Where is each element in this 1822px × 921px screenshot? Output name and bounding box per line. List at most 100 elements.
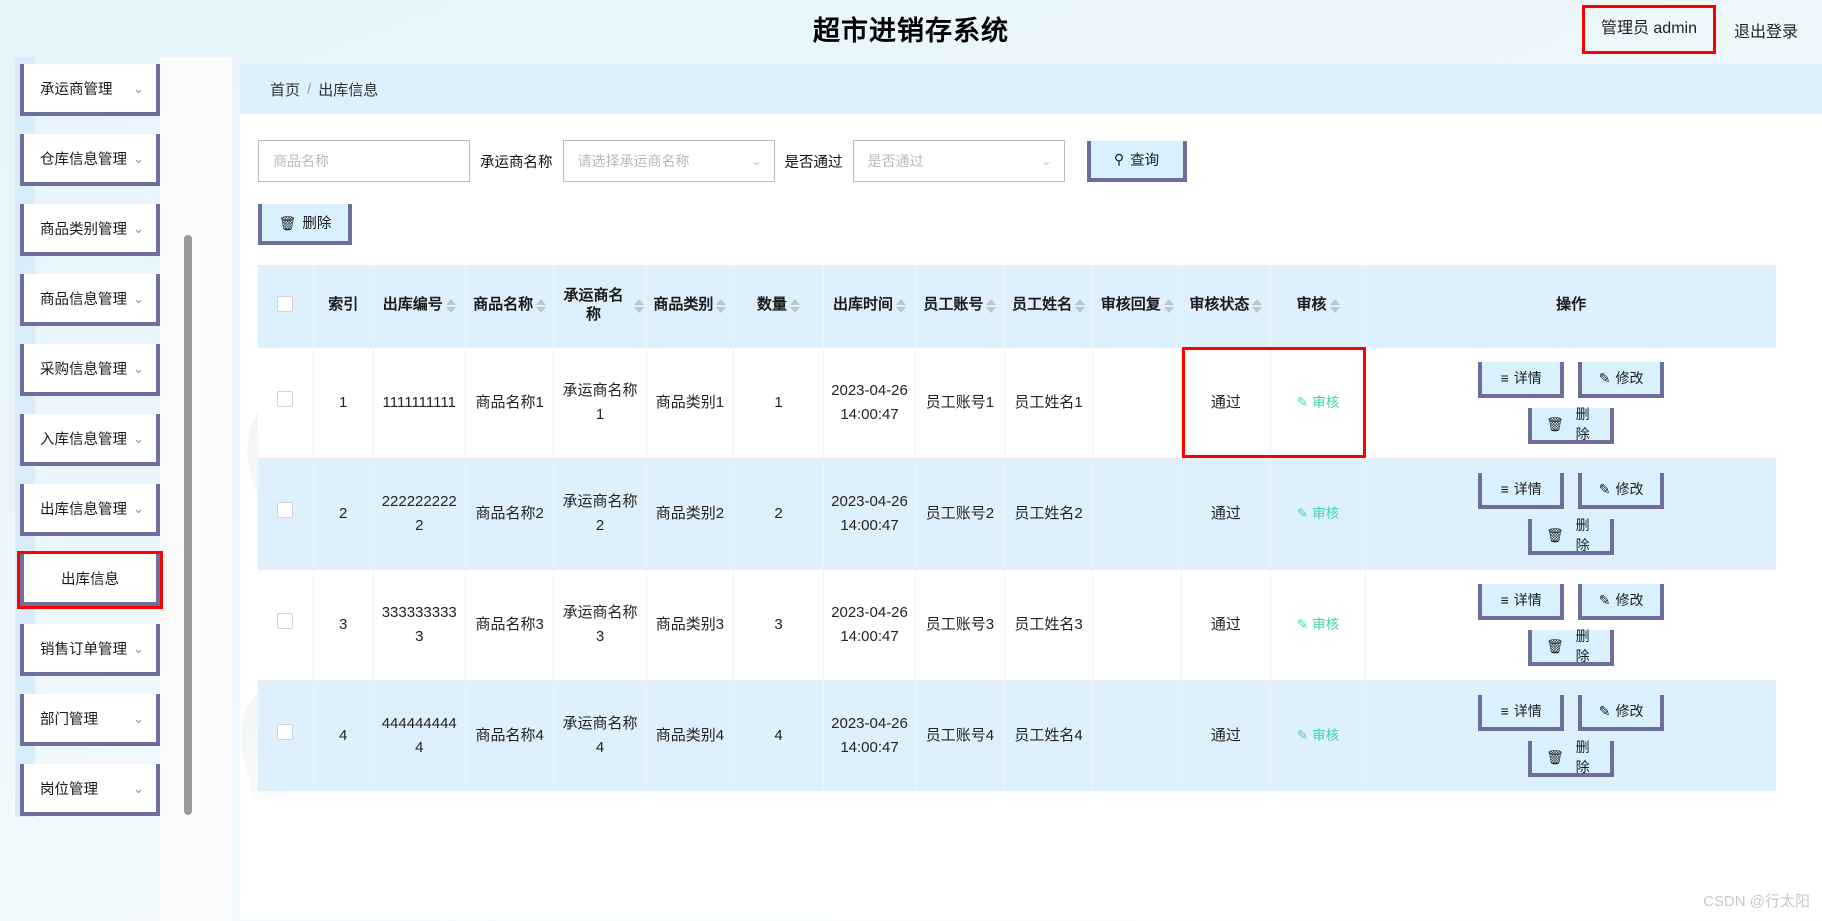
sort-arrows-icon[interactable] xyxy=(536,298,547,313)
carrier-name-select[interactable]: 请选择承运商名称 ⌄ xyxy=(562,140,775,182)
cell-qty: 2 xyxy=(733,457,824,569)
sidebar-item-5[interactable]: 入库信息管理 ⌄ xyxy=(20,414,160,466)
pencil-icon: ✎ xyxy=(1598,480,1611,497)
column-header-goods_name[interactable]: 商品名称 xyxy=(465,265,555,347)
audit-link[interactable]: ✎ 审核 xyxy=(1297,615,1339,636)
user-zone: 管理员 admin 退出登录 xyxy=(1581,5,1812,54)
edit-button[interactable]: ✎ 修改 xyxy=(1578,694,1665,731)
breadcrumb-home[interactable]: 首页 xyxy=(270,79,300,100)
main-content: 首页 / 出库信息 承运商名称 请选择承运商名称 ⌄ 是否通过 是否通过 ⌄ ⚲ xyxy=(232,57,1822,921)
sidebar-item-6[interactable]: 出库信息管理 ⌄ xyxy=(20,484,160,536)
audit-link[interactable]: ✎ 审核 xyxy=(1297,726,1339,747)
sidebar-item-3[interactable]: 商品信息管理 ⌄ xyxy=(20,274,160,326)
column-header-out_no[interactable]: 出库编号 xyxy=(373,265,466,347)
row-delete-button[interactable]: 🗑 删除 xyxy=(1528,739,1615,777)
column-header-emp_name[interactable]: 员工姓名 xyxy=(1004,265,1094,347)
cell-checkbox xyxy=(258,679,314,791)
audit-link[interactable]: ✎ 审核 xyxy=(1297,504,1339,525)
cell-emp_name: 员工姓名3 xyxy=(1004,568,1094,680)
sidebar-scrollbar[interactable] xyxy=(184,235,192,815)
detail-button[interactable]: ≡ 详情 xyxy=(1478,361,1565,398)
row-checkbox[interactable] xyxy=(277,390,294,407)
detail-button[interactable]: ≡ 详情 xyxy=(1478,583,1565,620)
pass-status-select[interactable]: 是否通过 ⌄ xyxy=(852,140,1065,182)
chevron-down-icon: ⌄ xyxy=(133,500,144,516)
sort-arrows-icon[interactable] xyxy=(790,298,801,313)
audit-link[interactable]: ✎ 审核 xyxy=(1297,393,1339,414)
detail-button-label: 详情 xyxy=(1513,591,1542,608)
sort-arrows-icon[interactable] xyxy=(1163,298,1174,313)
search-button[interactable]: ⚲ 查询 xyxy=(1086,140,1187,182)
sort-arrows-icon[interactable] xyxy=(1252,298,1263,313)
column-header-out_time[interactable]: 出库时间 xyxy=(823,265,917,347)
sort-arrows-icon[interactable] xyxy=(1329,298,1340,313)
cell-audit: ✎ 审核 xyxy=(1270,457,1367,569)
outbound-table: 索引 出库编号 商品名称 承运商名称 商品类别 数量 出库时间 员工账号 员工姓名 审核回复 审核状… xyxy=(258,265,1776,791)
sidebar-item-0[interactable]: 承运商管理 ⌄ xyxy=(20,64,160,116)
select-all-checkbox[interactable] xyxy=(277,295,294,312)
sort-arrows-icon[interactable] xyxy=(445,298,456,313)
sidebar-item-2[interactable]: 商品类别管理 ⌄ xyxy=(20,204,160,256)
sidebar-item-1[interactable]: 仓库信息管理 ⌄ xyxy=(20,134,160,186)
row-delete-button[interactable]: 🗑 删除 xyxy=(1528,406,1615,444)
column-header-emp_acct[interactable]: 员工账号 xyxy=(915,265,1005,347)
sort-arrows-icon[interactable] xyxy=(986,298,997,313)
cell-audit_status: 通过 xyxy=(1181,568,1271,680)
sort-arrows-icon[interactable] xyxy=(716,298,727,313)
row-checkbox[interactable] xyxy=(277,723,294,740)
row-delete-button-label: 删除 xyxy=(1575,738,1590,775)
column-header-label: 数量 xyxy=(757,296,788,314)
cell-qty: 4 xyxy=(733,679,824,791)
sidebar-item-label: 销售订单管理 xyxy=(40,641,127,658)
detail-button[interactable]: ≡ 详情 xyxy=(1478,694,1565,731)
row-action-group: ≡ 详情 ✎ 修改 🗑 删除 xyxy=(1370,691,1772,781)
sidebar-item-10[interactable]: 岗位管理 ⌄ xyxy=(20,764,160,816)
row-delete-button[interactable]: 🗑 删除 xyxy=(1528,517,1615,555)
chevron-down-icon: ⌄ xyxy=(133,80,144,96)
cell-audit_reply xyxy=(1092,568,1183,680)
logout-button[interactable]: 退出登录 xyxy=(1716,18,1812,42)
bulk-delete-button[interactable]: 🗑 删除 xyxy=(258,204,352,245)
edit-button-label: 修改 xyxy=(1615,480,1644,497)
goods-name-input[interactable] xyxy=(258,140,470,182)
column-header-carrier_name[interactable]: 承运商名称 xyxy=(553,265,647,347)
sidebar-item-4[interactable]: 采购信息管理 ⌄ xyxy=(20,344,160,396)
edit-button[interactable]: ✎ 修改 xyxy=(1578,361,1665,398)
column-header-qty[interactable]: 数量 xyxy=(733,265,824,347)
edit-button[interactable]: ✎ 修改 xyxy=(1578,472,1665,509)
column-header-audit_status[interactable]: 审核状态 xyxy=(1181,265,1271,347)
cell-index: 2 xyxy=(313,457,374,569)
edit-button[interactable]: ✎ 修改 xyxy=(1578,583,1665,620)
edit-button-label: 修改 xyxy=(1615,702,1644,719)
cell-category: 商品类别3 xyxy=(646,568,735,680)
column-header-audit_reply[interactable]: 审核回复 xyxy=(1092,265,1183,347)
sort-arrows-icon[interactable] xyxy=(1075,298,1086,313)
cell-qty: 3 xyxy=(733,568,824,680)
current-user-label: 管理员 admin xyxy=(1581,5,1716,54)
sidebar: 承运商管理 ⌄ 仓库信息管理 ⌄ 商品类别管理 ⌄ 商品信息管理 ⌄ 采购信息管理 ⌄ 入库信息管理… xyxy=(0,57,232,921)
sidebar-item-9[interactable]: 部门管理 ⌄ xyxy=(20,694,160,746)
chevron-down-icon: ⌄ xyxy=(133,640,144,656)
cell-index: 4 xyxy=(313,679,374,791)
sidebar-item-8[interactable]: 销售订单管理 ⌄ xyxy=(20,624,160,676)
sidebar-item-label: 岗位管理 xyxy=(40,781,98,798)
sidebar-item-label: 出库信息 xyxy=(61,571,119,588)
row-checkbox[interactable] xyxy=(277,501,294,518)
cell-ops: ≡ 详情 ✎ 修改 🗑 删除 xyxy=(1365,346,1776,458)
row-delete-button[interactable]: 🗑 删除 xyxy=(1528,628,1615,666)
pass-status-label: 是否通过 xyxy=(784,154,843,171)
column-header-audit[interactable]: 审核 xyxy=(1270,265,1367,347)
row-checkbox[interactable] xyxy=(277,612,294,629)
cell-index: 3 xyxy=(313,568,374,680)
table-container: 索引 出库编号 商品名称 承运商名称 商品类别 数量 出库时间 员工账号 员工姓名 审核回复 审核状… xyxy=(258,265,1822,791)
detail-button-label: 详情 xyxy=(1513,702,1542,719)
detail-button[interactable]: ≡ 详情 xyxy=(1478,472,1565,509)
pencil-icon: ✎ xyxy=(1598,702,1611,719)
cell-ops: ≡ 详情 ✎ 修改 🗑 删除 xyxy=(1365,679,1776,791)
sidebar-item-7[interactable]: 出库信息 xyxy=(17,551,163,609)
cell-index: 1 xyxy=(313,346,374,458)
audit-link-label: 审核 xyxy=(1312,394,1340,410)
column-header-category[interactable]: 商品类别 xyxy=(646,265,735,347)
sort-arrows-icon[interactable] xyxy=(896,298,907,313)
sort-arrows-icon[interactable] xyxy=(633,298,644,313)
